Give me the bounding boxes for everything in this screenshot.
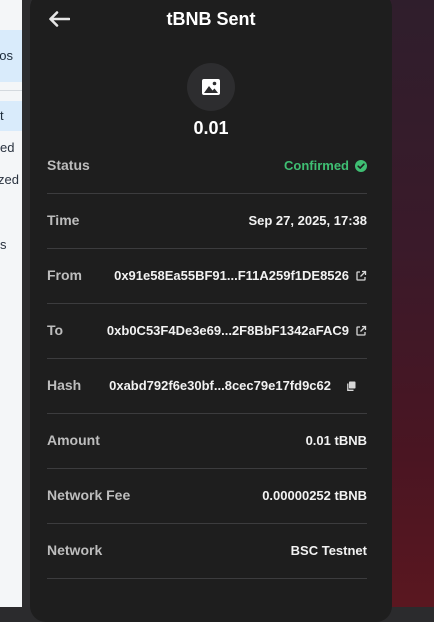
external-link-icon[interactable] — [355, 325, 367, 337]
detail-row-network: Network BSC Testnet — [47, 523, 367, 579]
background-item-label: pos — [0, 48, 13, 63]
hash-text[interactable]: 0xabd792f6e30bf...8cec79e17fd9c62 — [109, 358, 331, 413]
status-label: Status — [47, 157, 90, 173]
check-circle-icon — [355, 159, 367, 172]
background-item-label: t — [0, 108, 4, 123]
amount-display: 0.01 — [193, 118, 229, 138]
network-fee-value: 0.00000252 tBNB — [262, 468, 367, 523]
time-text: Sep 27, 2025, 17:38 — [248, 213, 367, 228]
network-fee-label: Network Fee — [47, 487, 131, 503]
from-label: From — [47, 267, 82, 283]
network-label: Network — [47, 542, 103, 558]
transaction-details-panel: tBNB Sent 0.01 Status Confirmed Time Sep… — [30, 0, 392, 622]
background-item-label: zed — [0, 172, 19, 187]
copy-icon[interactable] — [345, 380, 357, 392]
time-label: Time — [47, 212, 80, 228]
detail-row-status: Status Confirmed — [47, 138, 367, 194]
token-image — [187, 63, 235, 111]
status-badge: Confirmed — [284, 138, 367, 193]
page-title: tBNB Sent — [166, 9, 256, 29]
from-address[interactable]: 0x91e58Ea55BF91...F11A259f1DE8526 — [114, 248, 349, 303]
network-text: BSC Testnet — [290, 543, 367, 558]
to-address[interactable]: 0xb0C53F4De3e69...2F8BbF1342aFAC9 — [107, 303, 349, 358]
divider — [0, 90, 22, 91]
amount-label: Amount — [47, 432, 100, 448]
detail-row-amount: Amount 0.01 tBNB — [47, 413, 367, 469]
amount-value: 0.01 tBNB — [306, 413, 367, 468]
background-item-label: ed — [0, 140, 15, 155]
detail-row-time: Time Sep 27, 2025, 17:38 — [47, 193, 367, 249]
background-item: s — [0, 235, 22, 255]
background-item: pos — [0, 30, 22, 82]
from-value: 0x91e58Ea55BF91...F11A259f1DE8526 — [114, 248, 367, 303]
network-value: BSC Testnet — [291, 523, 367, 578]
background-item: t — [0, 101, 22, 131]
background-app-sidebar: pos t ed zed s — [0, 0, 22, 607]
background-item: ed — [0, 138, 22, 158]
detail-row-network-fee: Network Fee 0.00000252 tBNB — [47, 468, 367, 524]
amount-text: 0.01 tBNB — [305, 433, 367, 448]
detail-row-to: To 0xb0C53F4De3e69...2F8BbF1342aFAC9 — [47, 303, 367, 359]
detail-row-from: From 0x91e58Ea55BF91...F11A259f1DE8526 — [47, 248, 367, 304]
image-placeholder-icon — [202, 79, 220, 95]
hash-label: Hash — [47, 377, 82, 393]
background-item-label: s — [0, 237, 7, 252]
status-value: Confirmed — [284, 158, 349, 173]
background-item: zed — [0, 170, 22, 190]
panel-header: tBNB Sent — [30, 0, 392, 40]
external-link-icon[interactable] — [355, 270, 367, 282]
detail-row-hash: Hash 0xabd792f6e30bf...8cec79e17fd9c62 — [47, 358, 367, 414]
hash-value: 0xabd792f6e30bf...8cec79e17fd9c62 — [109, 358, 357, 413]
to-label: To — [47, 322, 64, 338]
time-value: Sep 27, 2025, 17:38 — [248, 193, 367, 248]
network-fee-text: 0.00000252 tBNB — [262, 488, 367, 503]
to-value: 0xb0C53F4De3e69...2F8BbF1342aFAC9 — [107, 303, 367, 358]
